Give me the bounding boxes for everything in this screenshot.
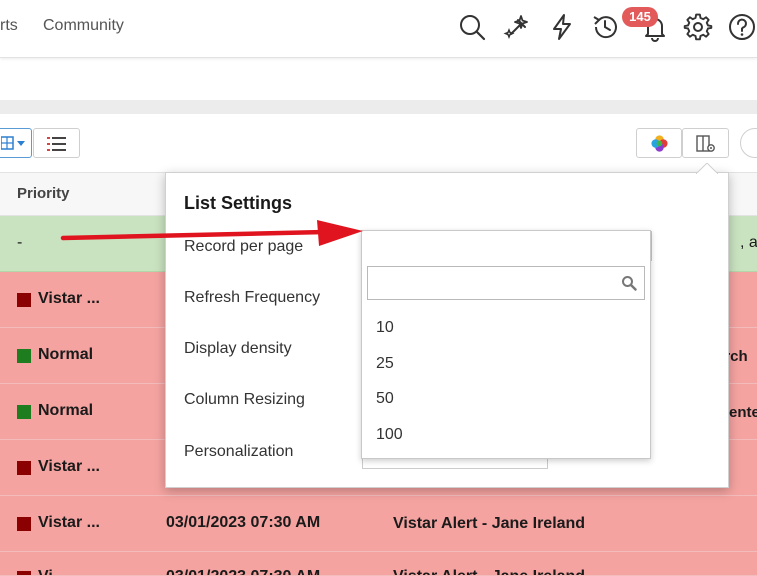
dialog-title: List Settings [184, 193, 293, 213]
priority-color-swatch [17, 405, 31, 419]
refresh-frequency-label: Refresh Frequency [184, 289, 321, 306]
gear-icon[interactable] [683, 12, 713, 42]
column-header-priority[interactable]: Priority [17, 185, 70, 202]
priority-color-swatch [17, 293, 31, 307]
row-text-cell: , and [740, 234, 757, 251]
list-settings-button[interactable] [682, 128, 729, 158]
nav-link-reports[interactable]: rts [0, 17, 18, 35]
priority-color-swatch [17, 517, 31, 531]
priority-cell: Normal [38, 402, 94, 419]
help-icon[interactable] [727, 12, 757, 42]
color-theme-button[interactable] [636, 128, 682, 158]
search-icon [622, 276, 637, 291]
column-settings-icon [696, 135, 715, 152]
date-cell: 03/01/2023 07:30 AM [166, 514, 321, 531]
table-row[interactable]: Vistar ... 03/01/2023 07:30 AM Vistar Al… [0, 496, 757, 552]
dropdown-option-100[interactable]: 100 [376, 426, 403, 444]
notification-count-badge: 145 [622, 7, 658, 27]
priority-cell: Vi... [38, 568, 66, 575]
grid-icon [1, 136, 25, 150]
nav-link-community[interactable]: Community [43, 17, 124, 35]
red-annotation-arrow [60, 220, 363, 246]
priority-color-swatch [17, 461, 31, 475]
history-icon[interactable] [590, 12, 620, 42]
subject-cell: Vistar Alert - Jane Ireland [393, 515, 586, 532]
grid-view-toggle[interactable] [0, 128, 32, 158]
priority-cell: Vistar ... [38, 458, 100, 475]
dropdown-search-input[interactable] [370, 269, 614, 297]
list-view-toggle[interactable] [33, 128, 80, 158]
dropdown-option-25[interactable]: 25 [376, 355, 394, 373]
record-per-page-dropdown: 10 25 50 100 [361, 230, 651, 459]
priority-cell: - [17, 234, 23, 251]
section-divider [0, 100, 757, 114]
lightning-icon[interactable] [547, 12, 577, 42]
search-icon[interactable] [457, 12, 487, 42]
priority-cell: Vistar ... [38, 514, 100, 531]
priority-cell: Normal [38, 346, 94, 363]
dropdown-option-50[interactable]: 50 [376, 390, 394, 408]
subject-cell: Vistar Alert - Jane Ireland [393, 568, 585, 575]
column-resizing-label: Column Resizing [184, 391, 305, 408]
display-density-label: Display density [184, 340, 292, 357]
sparkle-tool-icon[interactable] [503, 12, 533, 42]
list-icon [47, 137, 66, 151]
priority-cell: Vistar ... [38, 290, 100, 307]
priority-color-swatch [17, 349, 31, 363]
dialog-pointer [696, 163, 718, 174]
color-palette-icon [651, 135, 668, 152]
row-text-cell: ente [729, 404, 757, 421]
dropdown-search-field[interactable] [367, 266, 645, 300]
priority-color-swatch [17, 571, 31, 575]
date-cell: 03/01/2023 07:30 AM [166, 568, 320, 575]
dropdown-option-10[interactable]: 10 [376, 319, 394, 337]
table-row[interactable]: Vi... 03/01/2023 07:30 AM Vistar Alert -… [0, 552, 757, 576]
refresh-button[interactable] [740, 128, 757, 158]
personalization-label: Personalization [184, 443, 294, 460]
